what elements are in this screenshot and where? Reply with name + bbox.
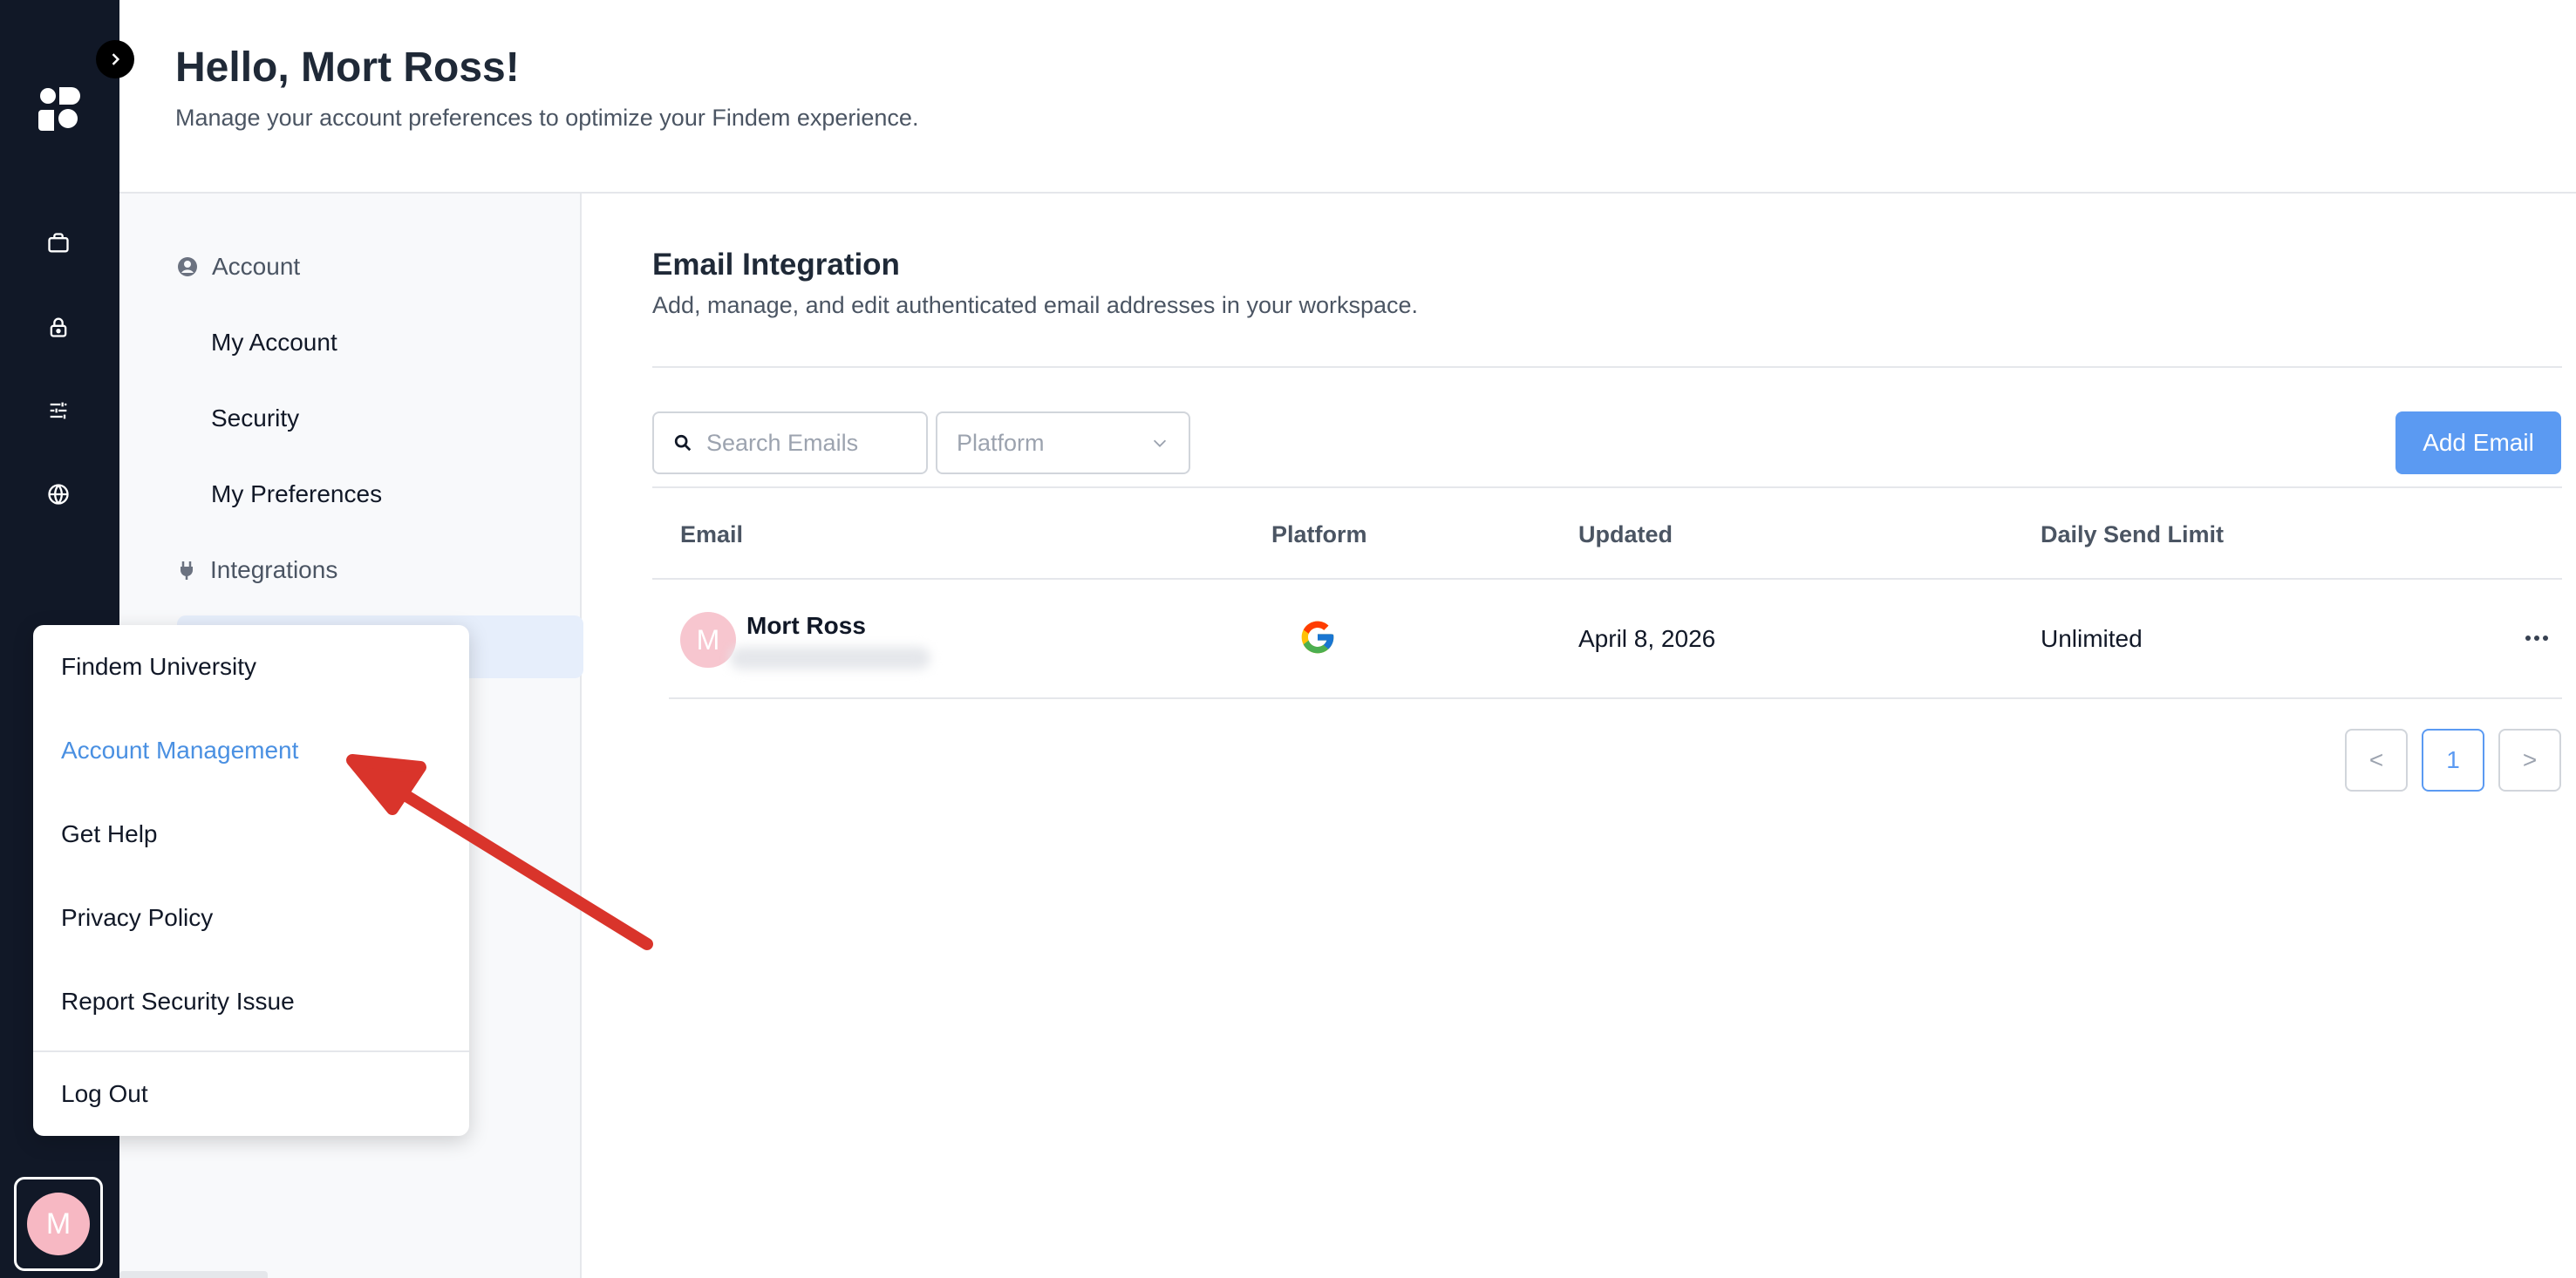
- search-box[interactable]: [652, 411, 928, 474]
- menu-item-get-help[interactable]: Get Help: [61, 820, 158, 848]
- row-name: Mort Ross: [746, 612, 866, 639]
- menu-item-account-management[interactable]: Account Management: [61, 737, 298, 765]
- section-title: Email Integration: [652, 248, 900, 282]
- search-input[interactable]: [705, 428, 914, 458]
- add-email-button[interactable]: Add Email: [2395, 411, 2561, 474]
- avatar: M: [27, 1193, 90, 1255]
- main-content: Email Integration Add, manage, and edit …: [582, 194, 2576, 1278]
- user-circle-icon: [178, 257, 197, 276]
- findem-logo[interactable]: [38, 85, 82, 134]
- platform-select[interactable]: Platform: [936, 411, 1190, 474]
- more-dot-icon: [2534, 636, 2539, 641]
- lock-icon[interactable]: [40, 309, 77, 345]
- divider: [669, 697, 2562, 699]
- user-avatar-button[interactable]: M: [14, 1177, 103, 1271]
- menu-item-findem-university[interactable]: Findem University: [61, 653, 256, 681]
- column-header-platform[interactable]: Platform: [1271, 521, 1367, 548]
- divider: [652, 486, 2562, 488]
- column-header-daily-send-limit[interactable]: Daily Send Limit: [2041, 521, 2224, 548]
- redacted-email: [730, 647, 930, 670]
- more-dot-icon: [2525, 636, 2531, 641]
- nav-group-label: Account: [212, 253, 301, 280]
- nav-item-security[interactable]: Security: [211, 404, 299, 432]
- divider: [652, 366, 2562, 368]
- page-title: Hello, Mort Ross!: [175, 44, 520, 91]
- row-updated: April 8, 2026: [1578, 625, 1716, 652]
- nav-item-my-account[interactable]: My Account: [211, 329, 337, 357]
- row-daily-send-limit: Unlimited: [2041, 625, 2143, 652]
- chevron-right-icon: [112, 53, 120, 65]
- page-header: Hello, Mort Ross! Manage your account pr…: [119, 0, 2576, 194]
- sliders-icon[interactable]: [40, 392, 77, 429]
- nav-group-account: Account: [177, 253, 300, 281]
- scrollbar[interactable]: [119, 1271, 268, 1278]
- chevron-down-icon: [1153, 439, 1167, 447]
- column-header-email[interactable]: Email: [680, 521, 743, 548]
- nav-group-label: Integrations: [210, 556, 338, 583]
- section-description: Add, manage, and edit authenticated emai…: [652, 292, 1419, 318]
- pagination-page-1[interactable]: 1: [2422, 729, 2484, 792]
- plug-icon: [181, 561, 193, 580]
- google-icon: [1301, 621, 1334, 654]
- divider: [652, 578, 2562, 580]
- search-icon: [674, 434, 692, 452]
- globe-icon[interactable]: [40, 476, 77, 513]
- more-dot-icon: [2543, 636, 2548, 641]
- pagination-next-button[interactable]: >: [2498, 729, 2561, 792]
- user-menu-popup: Findem University Account Management Get…: [33, 625, 469, 1136]
- nav-group-integrations: Integrations: [177, 556, 337, 584]
- pagination-prev-button[interactable]: <: [2345, 729, 2408, 792]
- menu-item-privacy-policy[interactable]: Privacy Policy: [61, 904, 213, 932]
- divider: [33, 1050, 469, 1052]
- column-header-updated[interactable]: Updated: [1578, 521, 1673, 548]
- expand-rail-button[interactable]: [96, 40, 134, 78]
- row-avatar: M: [680, 612, 736, 668]
- page-subtitle: Manage your account preferences to optim…: [175, 105, 919, 131]
- menu-item-log-out[interactable]: Log Out: [61, 1080, 148, 1108]
- row-more-actions-button[interactable]: [2518, 619, 2556, 657]
- briefcase-icon[interactable]: [40, 225, 77, 262]
- platform-select-placeholder: Platform: [957, 429, 1045, 456]
- nav-item-my-preferences[interactable]: My Preferences: [211, 480, 382, 508]
- menu-item-report-security-issue[interactable]: Report Security Issue: [61, 988, 295, 1016]
